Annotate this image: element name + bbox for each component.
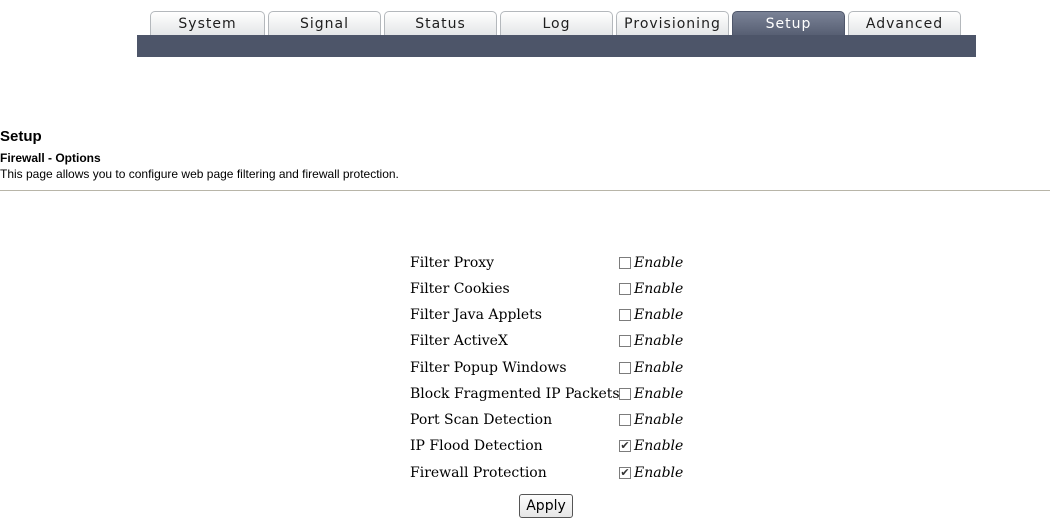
option-label-block-fragmented-ip-packets: Block Fragmented IP Packets bbox=[410, 386, 620, 402]
divider bbox=[0, 190, 1050, 191]
checkbox[interactable] bbox=[619, 362, 631, 374]
tab-status[interactable]: Status bbox=[384, 11, 497, 35]
tab-advanced[interactable]: Advanced bbox=[848, 11, 961, 35]
option-filter-java-applets-checkbox[interactable]: Enable bbox=[619, 307, 683, 323]
tab-system[interactable]: System bbox=[150, 11, 265, 35]
option-label-filter-java-applets: Filter Java Applets bbox=[410, 307, 542, 323]
option-filter-proxy-checkbox[interactable]: Enable bbox=[619, 255, 683, 271]
page-description: This page allows you to configure web pa… bbox=[0, 167, 399, 181]
option-filter-activex-checkbox[interactable]: Enable bbox=[619, 333, 683, 349]
option-label-filter-activex: Filter ActiveX bbox=[410, 333, 508, 349]
enable-label: Enable bbox=[634, 386, 684, 402]
apply-button[interactable]: Apply bbox=[519, 494, 573, 518]
option-label-ip-flood-detection: IP Flood Detection bbox=[410, 438, 543, 454]
option-firewall-protection-checkbox[interactable]: ✔ Enable bbox=[619, 465, 683, 481]
option-block-fragmented-ip-packets-checkbox[interactable]: Enable bbox=[619, 386, 683, 402]
tab-log[interactable]: Log bbox=[500, 11, 613, 35]
enable-label: Enable bbox=[634, 255, 684, 271]
enable-label: Enable bbox=[634, 333, 684, 349]
enable-label: Enable bbox=[634, 307, 684, 323]
option-ip-flood-detection-checkbox[interactable]: ✔ Enable bbox=[619, 438, 683, 454]
option-label-firewall-protection: Firewall Protection bbox=[410, 465, 547, 481]
tab-setup[interactable]: Setup bbox=[732, 11, 845, 35]
tab-provisioning[interactable]: Provisioning bbox=[616, 11, 729, 35]
option-label-filter-proxy: Filter Proxy bbox=[410, 255, 495, 271]
checkbox[interactable] bbox=[619, 309, 631, 321]
option-label-port-scan-detection: Port Scan Detection bbox=[410, 412, 553, 428]
nav-bar bbox=[137, 35, 976, 57]
option-label-filter-popup-windows: Filter Popup Windows bbox=[410, 360, 567, 376]
option-port-scan-detection-checkbox[interactable]: Enable bbox=[619, 412, 683, 428]
enable-label: Enable bbox=[634, 360, 684, 376]
option-filter-cookies-checkbox[interactable]: Enable bbox=[619, 281, 683, 297]
checkbox[interactable]: ✔ bbox=[619, 440, 631, 452]
tab-signal[interactable]: Signal bbox=[268, 11, 381, 35]
option-filter-popup-windows-checkbox[interactable]: Enable bbox=[619, 360, 683, 376]
checkbox[interactable] bbox=[619, 335, 631, 347]
checkbox[interactable] bbox=[619, 283, 631, 295]
enable-label: Enable bbox=[634, 412, 684, 428]
page-title: Setup bbox=[0, 128, 42, 145]
enable-label: Enable bbox=[634, 465, 684, 481]
section-title: Firewall - Options bbox=[0, 151, 101, 165]
checkbox[interactable] bbox=[619, 388, 631, 400]
enable-label: Enable bbox=[634, 281, 684, 297]
checkbox[interactable] bbox=[619, 257, 631, 269]
checkbox[interactable] bbox=[619, 414, 631, 426]
enable-label: Enable bbox=[634, 438, 684, 454]
option-label-filter-cookies: Filter Cookies bbox=[410, 281, 510, 297]
checkbox[interactable]: ✔ bbox=[619, 467, 631, 479]
